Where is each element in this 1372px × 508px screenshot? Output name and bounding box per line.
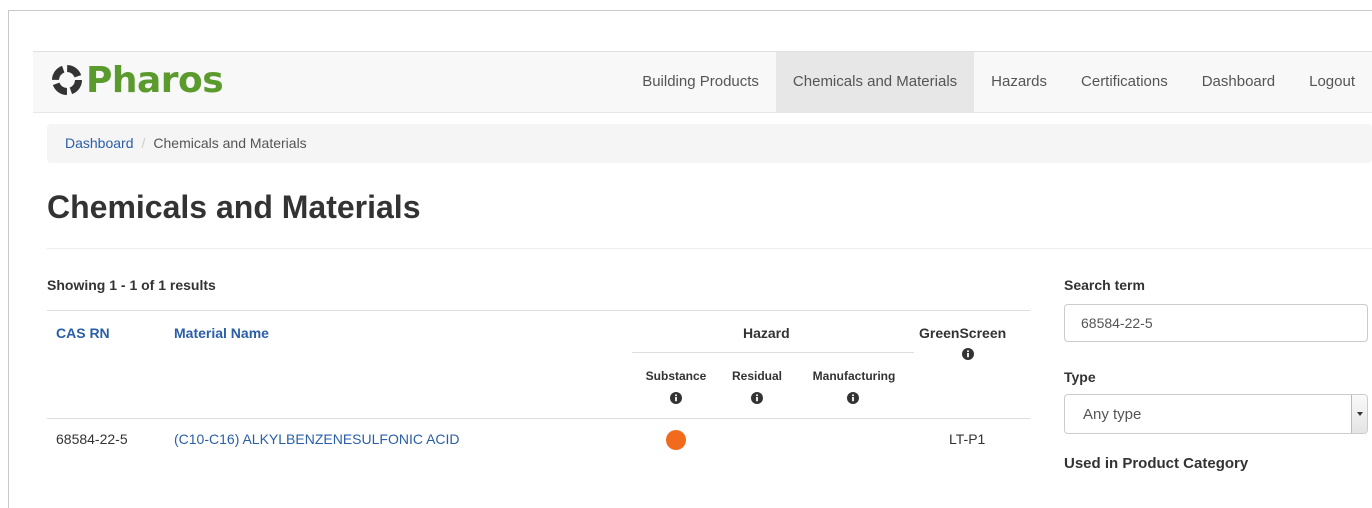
pharos-logo-icon [52, 65, 82, 95]
page-title: Chemicals and Materials [47, 189, 421, 225]
search-term-input[interactable] [1064, 304, 1368, 342]
breadcrumb-separator: / [141, 135, 146, 151]
residual-info-icon[interactable] [751, 392, 763, 404]
nav-certifications[interactable]: Certifications [1064, 52, 1185, 112]
top-navbar: Pharos Building Products Chemicals and M… [33, 51, 1372, 113]
logo-text: Pharos [86, 59, 224, 101]
results-summary: Showing 1 - 1 of 1 results [47, 277, 216, 293]
row-material-name-link[interactable]: (C10-C16) ALKYLBENZENESULFONIC ACID [174, 431, 460, 447]
nav-logout[interactable]: Logout [1292, 52, 1372, 112]
nav-building-products[interactable]: Building Products [625, 52, 776, 112]
breadcrumb-current: Chemicals and Materials [153, 135, 307, 151]
type-select[interactable]: Any type [1064, 394, 1368, 434]
table-header-bottom-border [47, 418, 1030, 419]
row-greenscreen: LT-P1 [949, 431, 986, 447]
table-top-border [47, 310, 1030, 311]
pharos-logo[interactable]: Pharos [51, 58, 224, 102]
hazard-group-divider [632, 352, 914, 353]
column-header-greenscreen: GreenScreen [919, 325, 1007, 341]
title-divider [47, 248, 1372, 249]
row-cas-rn: 68584-22-5 [56, 431, 128, 447]
product-category-label: Used in Product Category [1064, 455, 1249, 472]
nav-hazards[interactable]: Hazards [974, 52, 1064, 112]
nav-chemicals-and-materials[interactable]: Chemicals and Materials [775, 52, 975, 112]
breadcrumb-dashboard-link[interactable]: Dashboard [65, 135, 134, 151]
main-nav: Building Products Chemicals and Material… [625, 52, 1372, 112]
type-select-value: Any type [1083, 406, 1142, 423]
column-header-substance: Substance [645, 369, 707, 383]
type-label: Type [1064, 369, 1096, 385]
nav-dashboard[interactable]: Dashboard [1185, 52, 1292, 112]
greenscreen-info-icon[interactable] [962, 348, 974, 360]
column-header-material-name[interactable]: Material Name [174, 325, 269, 341]
column-header-cas-rn[interactable]: CAS RN [56, 325, 110, 341]
column-header-residual: Residual [731, 369, 782, 383]
substance-info-icon[interactable] [670, 392, 682, 404]
search-term-label: Search term [1064, 277, 1145, 293]
column-header-hazard: Hazard [743, 325, 790, 341]
manufacturing-info-icon[interactable] [847, 392, 859, 404]
select-arrow-icon[interactable] [1351, 395, 1367, 433]
column-header-manufacturing: Manufacturing [812, 369, 896, 383]
substance-hazard-indicator[interactable] [666, 430, 686, 450]
breadcrumb: Dashboard / Chemicals and Materials [47, 124, 1372, 163]
